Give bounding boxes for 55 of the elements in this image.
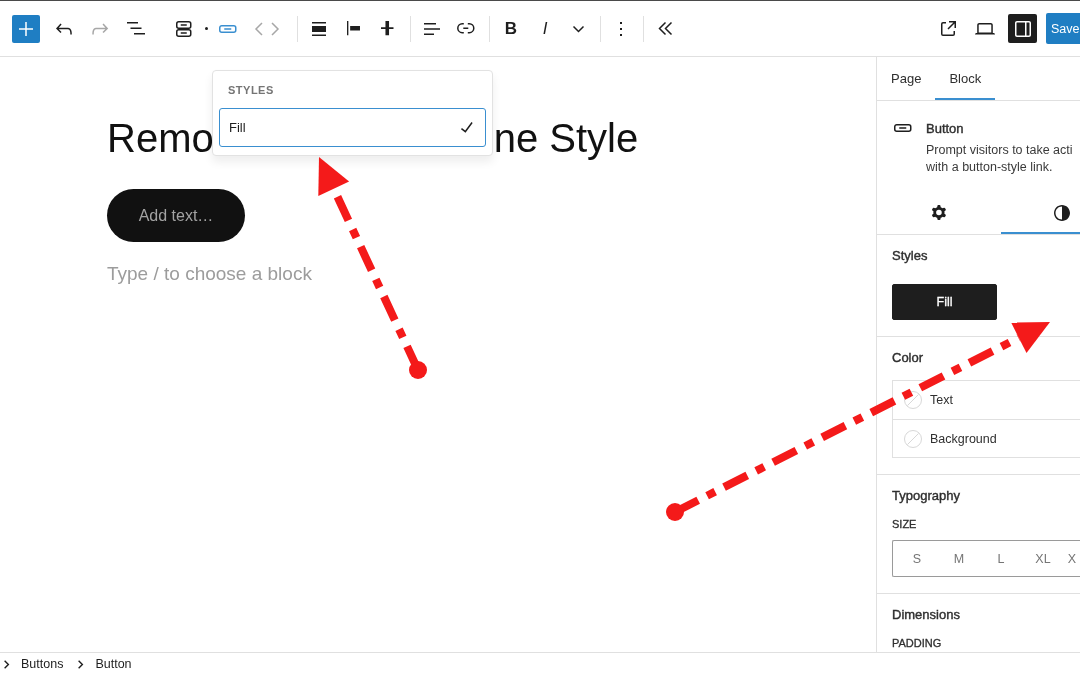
double-chevron-left-icon — [658, 22, 672, 35]
chevron-right-icon — [78, 659, 84, 669]
breadcrumb-item[interactable]: Button — [95, 657, 132, 671]
panel-title: Typography — [892, 488, 960, 504]
font-size-option[interactable]: S — [896, 541, 938, 576]
link-icon — [457, 23, 475, 34]
laptop-icon — [975, 22, 995, 35]
popover-heading: STYLES — [227, 83, 275, 97]
bold-button[interactable]: B — [494, 10, 528, 47]
heading-text: ne Style — [493, 115, 639, 161]
color-option[interactable]: Text — [893, 381, 1080, 419]
stacked-buttons-icon — [176, 20, 192, 37]
justify-left-icon — [346, 21, 360, 36]
sidebar-tab[interactable]: Block — [935, 57, 996, 100]
sidebar-tab[interactable]: Page — [877, 57, 936, 100]
heading-text: Remo — [107, 115, 214, 161]
redo-icon — [91, 22, 109, 35]
save-button[interactable]: Save — [1046, 13, 1080, 44]
style-option-button[interactable]: Fill — [892, 284, 997, 320]
add-block-button[interactable] — [12, 14, 40, 43]
chevron-right-icon — [271, 21, 279, 36]
chevron-left-icon — [255, 21, 263, 36]
block-description: Prompt visitors to take acti with a button-style link. — [926, 142, 1074, 176]
font-size-option[interactable]: XL — [1022, 541, 1064, 576]
text-align-left-icon — [424, 22, 440, 35]
padding-label: PADDING — [892, 637, 942, 649]
sidebar-panel-icon — [1014, 20, 1031, 37]
justify-center-icon — [380, 21, 394, 36]
breadcrumb-item[interactable]: Buttons — [21, 657, 64, 671]
undo-icon — [55, 22, 73, 35]
block-title: Button — [926, 120, 964, 136]
font-size-label: SIZE — [892, 517, 917, 531]
font-size-option[interactable]: L — [980, 541, 1022, 576]
panel-title: Styles — [892, 248, 928, 264]
external-link-icon — [940, 21, 956, 36]
color-swatch-icon — [904, 391, 922, 409]
font-size-option[interactable]: M — [938, 541, 980, 576]
button-block-icon — [894, 124, 912, 132]
color-option[interactable]: Background — [893, 419, 1080, 457]
checkmark-icon — [461, 122, 473, 133]
panel-title: Dimensions — [892, 607, 960, 623]
font-size-option[interactable]: X — [1064, 541, 1080, 576]
panel-title: Color — [892, 350, 924, 366]
style-menu-item[interactable]: Fill — [219, 108, 486, 147]
chevron-down-icon — [572, 25, 584, 32]
list-icon — [127, 22, 145, 35]
italic-button[interactable]: I — [528, 10, 562, 47]
chevron-right-icon — [4, 659, 9, 669]
plus-icon — [19, 21, 33, 36]
gear-icon — [932, 205, 946, 220]
bars-icon — [312, 21, 326, 36]
color-swatch-icon — [904, 429, 922, 448]
button-block-icon — [219, 24, 237, 33]
settings-toggle-button[interactable] — [1008, 14, 1037, 43]
button-block[interactable]: Add text… — [107, 189, 245, 242]
